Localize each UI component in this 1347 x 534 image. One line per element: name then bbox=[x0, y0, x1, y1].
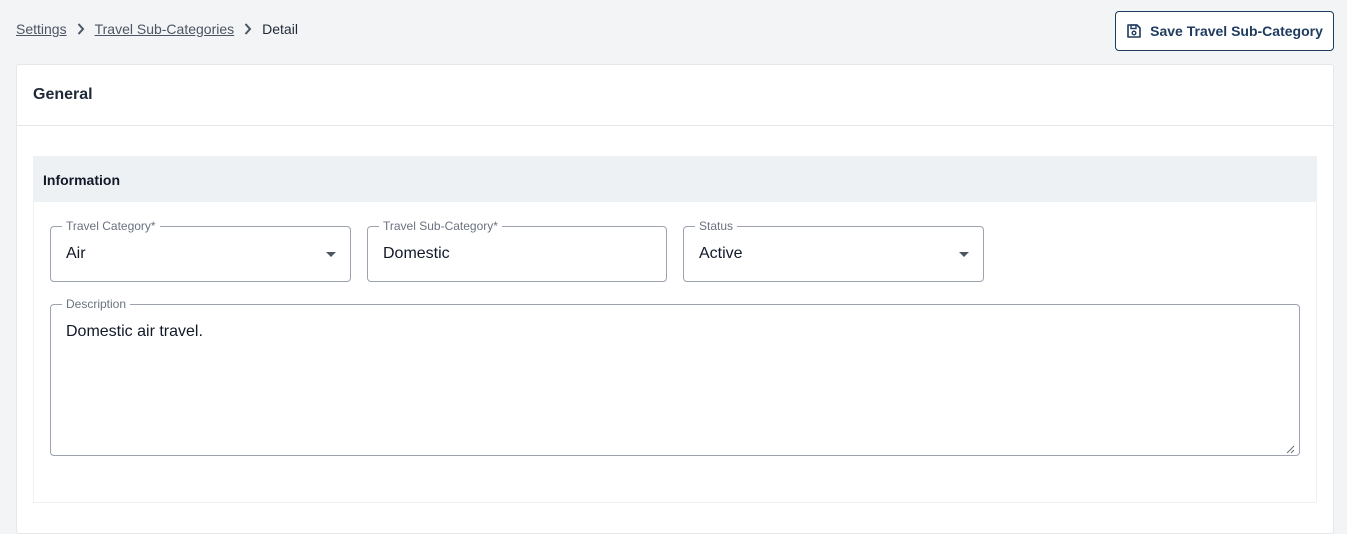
breadcrumb: Settings Travel Sub-Categories Detail bbox=[16, 21, 298, 37]
status-value: Active bbox=[699, 245, 743, 262]
card-header: General bbox=[17, 65, 1333, 126]
chevron-right-icon bbox=[67, 23, 95, 35]
breadcrumb-travel-sub-categories-link[interactable]: Travel Sub-Categories bbox=[95, 21, 235, 37]
dropdown-caret-icon bbox=[326, 252, 336, 257]
section-header: Information bbox=[34, 157, 1316, 202]
floppy-disk-icon bbox=[1126, 23, 1142, 39]
travel-sub-category-label: Travel Sub-Category* bbox=[379, 219, 502, 233]
resize-handle-icon[interactable] bbox=[1285, 441, 1295, 454]
chevron-right-icon bbox=[234, 23, 262, 35]
breadcrumb-current: Detail bbox=[262, 21, 298, 37]
description-label: Description bbox=[62, 297, 131, 311]
information-section: Information Travel Category* Air Travel … bbox=[33, 156, 1317, 503]
travel-sub-category-input[interactable]: Travel Sub-Category* Domestic bbox=[367, 219, 667, 282]
breadcrumb-settings-link[interactable]: Settings bbox=[16, 21, 67, 37]
save-button-label: Save Travel Sub-Category bbox=[1150, 23, 1323, 39]
description-textarea[interactable]: Description Domestic air travel. bbox=[50, 297, 1300, 456]
top-bar: Settings Travel Sub-Categories Detail Sa… bbox=[16, 11, 1334, 51]
save-travel-sub-category-button[interactable]: Save Travel Sub-Category bbox=[1115, 11, 1334, 51]
status-label: Status bbox=[695, 219, 738, 233]
travel-category-select[interactable]: Travel Category* Air bbox=[50, 219, 351, 282]
description-value: Domestic air travel. bbox=[66, 323, 203, 340]
travel-category-label: Travel Category* bbox=[62, 219, 160, 233]
section-title: Information bbox=[43, 171, 120, 188]
status-select[interactable]: Status Active bbox=[683, 219, 984, 282]
travel-category-value: Air bbox=[66, 245, 86, 262]
general-card: General Information Travel Category* Air… bbox=[16, 64, 1334, 534]
travel-sub-category-value: Domestic bbox=[383, 245, 450, 262]
dropdown-caret-icon bbox=[959, 252, 969, 257]
card-title: General bbox=[33, 86, 93, 103]
